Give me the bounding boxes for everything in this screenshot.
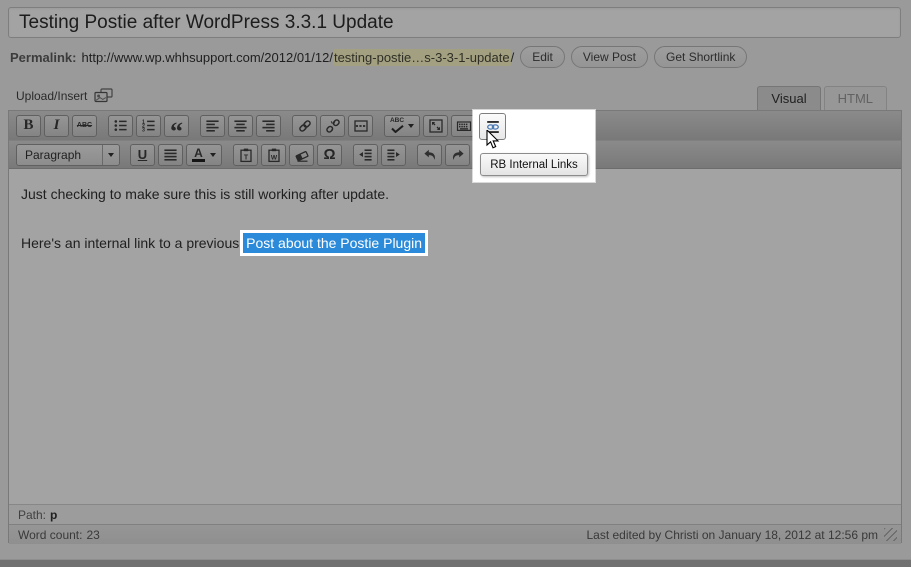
rb-internal-links-spotlight: RB Internal Links [473, 110, 595, 182]
selected-internal-link-text[interactable]: Post about the Postie Plugin [243, 233, 425, 253]
mouse-cursor-icon [486, 130, 501, 151]
dim-overlay [0, 0, 911, 567]
rb-internal-links-tooltip: RB Internal Links [480, 153, 588, 176]
